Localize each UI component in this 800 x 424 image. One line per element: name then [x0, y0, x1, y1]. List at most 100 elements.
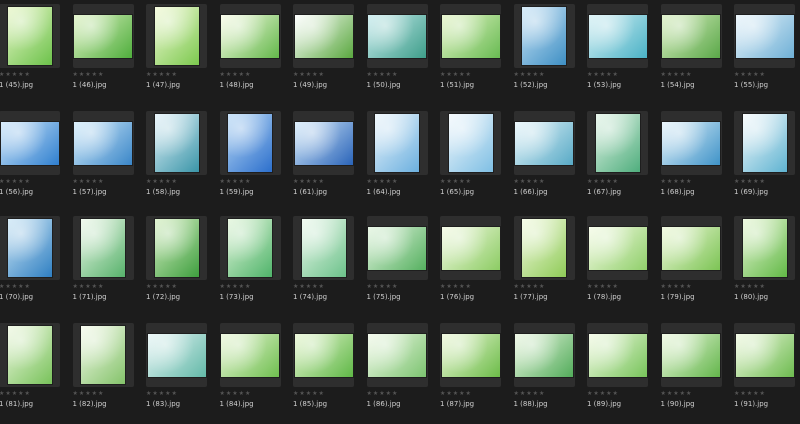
- thumbnail-item[interactable]: ★★★★★ 1 (77).jpg: [511, 212, 585, 319]
- thumbnail-frame[interactable]: [660, 323, 722, 387]
- thumbnail-image[interactable]: [662, 226, 720, 270]
- thumbnail-item[interactable]: ★★★★★ 1 (52).jpg: [511, 0, 585, 107]
- thumbnail-item[interactable]: ★★★★★ 1 (86).jpg: [364, 319, 438, 424]
- thumbnail-item[interactable]: ★★★★★ 1 (85).jpg: [290, 319, 364, 424]
- thumbnail-frame[interactable]: [293, 323, 354, 387]
- rating-stars[interactable]: ★★★★★: [367, 71, 399, 79]
- thumbnail-image[interactable]: [375, 114, 419, 172]
- thumbnail-image[interactable]: [742, 114, 787, 172]
- thumbnail-frame[interactable]: [293, 216, 354, 280]
- thumbnail-frame[interactable]: [366, 323, 428, 387]
- thumbnail-frame[interactable]: [72, 216, 134, 280]
- thumbnail-image[interactable]: [441, 333, 500, 377]
- thumbnail-frame[interactable]: [146, 4, 207, 68]
- rating-stars[interactable]: ★★★★★: [146, 178, 178, 186]
- thumbnail-image[interactable]: [515, 333, 573, 377]
- rating-stars[interactable]: ★★★★★: [514, 283, 546, 291]
- thumbnail-frame[interactable]: [146, 216, 207, 280]
- thumbnail-item[interactable]: ★★★★★ 1 (53).jpg: [584, 0, 658, 107]
- thumbnail-item[interactable]: ★★★★★ 1 (59).jpg: [217, 107, 291, 212]
- thumbnail-image[interactable]: [294, 121, 353, 165]
- thumbnail-image[interactable]: [7, 7, 52, 65]
- rating-stars[interactable]: ★★★★★: [661, 71, 693, 79]
- thumbnail-image[interactable]: [7, 219, 52, 277]
- thumbnail-item[interactable]: ★★★★★ 1 (48).jpg: [217, 0, 291, 107]
- thumbnail-image[interactable]: [221, 333, 279, 377]
- thumbnail-image[interactable]: [81, 326, 125, 384]
- thumbnail-image[interactable]: [228, 219, 272, 277]
- thumbnail-item[interactable]: ★★★★★ 1 (47).jpg: [143, 0, 217, 107]
- thumbnail-item[interactable]: ★★★★★ 1 (78).jpg: [584, 212, 658, 319]
- thumbnail-frame[interactable]: [219, 111, 281, 175]
- rating-stars[interactable]: ★★★★★: [587, 283, 619, 291]
- thumbnail-image[interactable]: [368, 14, 426, 58]
- thumbnail-image[interactable]: [588, 333, 647, 377]
- thumbnail-item[interactable]: ★★★★★ 1 (49).jpg: [290, 0, 364, 107]
- thumbnail-image[interactable]: [294, 14, 353, 58]
- thumbnail-image[interactable]: [441, 226, 500, 270]
- thumbnail-item[interactable]: ★★★★★ 1 (82).jpg: [70, 319, 144, 424]
- thumbnail-frame[interactable]: [734, 216, 795, 280]
- rating-stars[interactable]: ★★★★★: [0, 283, 31, 291]
- thumbnail-item[interactable]: ★★★★★ 1 (73).jpg: [217, 212, 291, 319]
- thumbnail-item[interactable]: ★★★★★ 1 (64).jpg: [364, 107, 438, 212]
- thumbnail-frame[interactable]: [0, 323, 60, 387]
- rating-stars[interactable]: ★★★★★: [440, 178, 472, 186]
- rating-stars[interactable]: ★★★★★: [293, 178, 325, 186]
- rating-stars[interactable]: ★★★★★: [293, 71, 325, 79]
- thumbnail-frame[interactable]: [0, 4, 60, 68]
- thumbnail-image[interactable]: [221, 14, 279, 58]
- thumbnail-image[interactable]: [448, 114, 493, 172]
- thumbnail-frame[interactable]: [513, 111, 575, 175]
- thumbnail-item[interactable]: ★★★★★ 1 (61).jpg: [290, 107, 364, 212]
- thumbnail-image[interactable]: [74, 14, 132, 58]
- thumbnail-frame[interactable]: [219, 4, 281, 68]
- rating-stars[interactable]: ★★★★★: [587, 390, 619, 398]
- rating-stars[interactable]: ★★★★★: [220, 178, 252, 186]
- thumbnail-item[interactable]: ★★★★★ 1 (55).jpg: [731, 0, 800, 107]
- rating-stars[interactable]: ★★★★★: [293, 283, 325, 291]
- thumbnail-image[interactable]: [154, 7, 199, 65]
- thumbnail-frame[interactable]: [366, 4, 428, 68]
- thumbnail-item[interactable]: ★★★★★ 1 (74).jpg: [290, 212, 364, 319]
- rating-stars[interactable]: ★★★★★: [734, 283, 766, 291]
- thumbnail-image[interactable]: [522, 7, 566, 65]
- rating-stars[interactable]: ★★★★★: [220, 390, 252, 398]
- rating-stars[interactable]: ★★★★★: [440, 390, 472, 398]
- thumbnail-frame[interactable]: [440, 111, 501, 175]
- rating-stars[interactable]: ★★★★★: [146, 71, 178, 79]
- thumbnail-image[interactable]: [7, 326, 52, 384]
- thumbnail-frame[interactable]: [660, 111, 722, 175]
- thumbnail-image[interactable]: [588, 226, 647, 270]
- thumbnail-image[interactable]: [154, 114, 199, 172]
- thumbnail-item[interactable]: ★★★★★ 1 (66).jpg: [511, 107, 585, 212]
- thumbnail-frame[interactable]: [72, 4, 134, 68]
- thumbnail-item[interactable]: ★★★★★ 1 (50).jpg: [364, 0, 438, 107]
- thumbnail-frame[interactable]: [734, 4, 795, 68]
- thumbnail-frame[interactable]: [587, 4, 648, 68]
- thumbnail-frame[interactable]: [660, 216, 722, 280]
- thumbnail-frame[interactable]: [219, 216, 281, 280]
- rating-stars[interactable]: ★★★★★: [0, 71, 31, 79]
- thumbnail-frame[interactable]: [734, 111, 795, 175]
- rating-stars[interactable]: ★★★★★: [367, 283, 399, 291]
- thumbnail-frame[interactable]: [587, 111, 648, 175]
- thumbnail-frame[interactable]: [219, 323, 281, 387]
- rating-stars[interactable]: ★★★★★: [146, 390, 178, 398]
- rating-stars[interactable]: ★★★★★: [661, 283, 693, 291]
- rating-stars[interactable]: ★★★★★: [661, 178, 693, 186]
- thumbnail-image[interactable]: [515, 121, 573, 165]
- thumbnail-frame[interactable]: [587, 323, 648, 387]
- thumbnail-frame[interactable]: [0, 111, 60, 175]
- rating-stars[interactable]: ★★★★★: [73, 71, 105, 79]
- thumbnail-image[interactable]: [742, 219, 787, 277]
- thumbnail-image[interactable]: [441, 14, 500, 58]
- thumbnail-item[interactable]: ★★★★★ 1 (51).jpg: [437, 0, 511, 107]
- rating-stars[interactable]: ★★★★★: [734, 178, 766, 186]
- thumbnail-item[interactable]: ★★★★★ 1 (68).jpg: [658, 107, 732, 212]
- thumbnail-image[interactable]: [74, 121, 132, 165]
- rating-stars[interactable]: ★★★★★: [661, 390, 693, 398]
- rating-stars[interactable]: ★★★★★: [73, 283, 105, 291]
- rating-stars[interactable]: ★★★★★: [440, 71, 472, 79]
- thumbnail-item[interactable]: ★★★★★ 1 (72).jpg: [143, 212, 217, 319]
